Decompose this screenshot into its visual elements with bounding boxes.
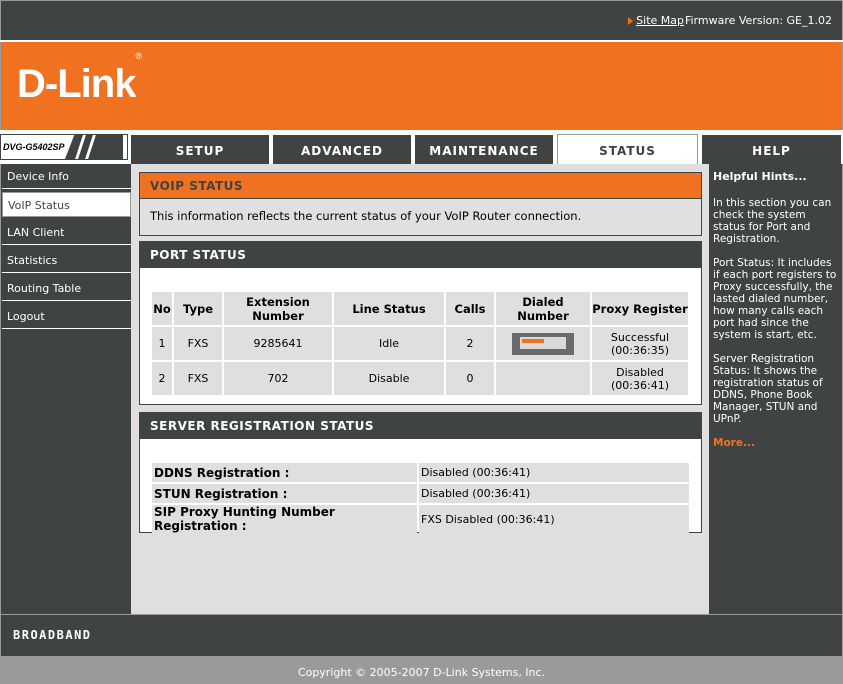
model-badge: DVG-G5402SP [0, 134, 128, 160]
main-tabs: DVG-G5402SP SETUP ADVANCED MAINTENANCE S… [0, 130, 843, 164]
sidebar-item-statistics[interactable]: Statistics [2, 248, 131, 273]
brand-banner: D-Link® [0, 42, 843, 130]
sidebar-item-routing-table[interactable]: Routing Table [2, 276, 131, 301]
cell-dialed-number [496, 362, 590, 395]
main-content: VOIP STATUS This information reflects th… [131, 164, 709, 614]
cell-extension: 702 [224, 362, 332, 395]
proxy-time: (00:36:35) [611, 343, 669, 357]
hints-paragraph: Server Registration Status: It shows the… [713, 353, 823, 425]
port-status-title: PORT STATUS [140, 242, 701, 268]
table-row: DDNS Registration : Disabled (00:36:41) [152, 463, 689, 482]
table-row: SIP Proxy Hunting Number Registration : … [152, 505, 689, 533]
proxy-status: Successful [610, 330, 670, 344]
tab-status[interactable]: STATUS [557, 134, 698, 164]
tab-advanced[interactable]: ADVANCED [273, 135, 411, 164]
col-dialed-number: Dialed Number [496, 292, 590, 325]
table-row: STUN Registration : Disabled (00:36:41) [152, 484, 689, 503]
cell-no: 2 [152, 362, 172, 395]
dlink-logo: D-Link® [17, 50, 142, 106]
table-header-row: No Type Extension Number Line Status Cal… [152, 292, 688, 325]
col-type: Type [174, 292, 222, 325]
slash-decoration-icon [65, 135, 123, 159]
site-map-link[interactable]: Site Map [628, 14, 684, 27]
cell-calls: 0 [446, 362, 494, 395]
stun-label: STUN Registration : [152, 484, 417, 503]
table-row: 2 FXS 702 Disable 0 Disabled (00:36:41) [152, 362, 688, 395]
voip-status-panel: VOIP STATUS This information reflects th… [139, 172, 702, 236]
dialed-number-image-icon [512, 332, 574, 355]
sidebar: Device Info VoIP Status LAN Client Stati… [0, 164, 131, 614]
ddns-value: Disabled (00:36:41) [419, 463, 689, 482]
sip-proxy-label: SIP Proxy Hunting Number Registration : [152, 505, 417, 533]
sidebar-item-device-info[interactable]: Device Info [2, 164, 131, 189]
col-proxy-register: Proxy Register [592, 292, 688, 325]
voip-status-description: This information reflects the current st… [150, 209, 582, 223]
col-line-status: Line Status [334, 292, 444, 325]
more-link[interactable]: More... [713, 437, 837, 449]
tab-help[interactable]: HELP [702, 135, 841, 164]
hints-paragraph: Port Status: It includes if each port re… [713, 257, 837, 341]
port-status-table: No Type Extension Number Line Status Cal… [150, 290, 690, 397]
server-registration-panel: SERVER REGISTRATION STATUS DDNS Registra… [139, 412, 702, 533]
cell-extension: 9285641 [224, 327, 332, 360]
site-map-label[interactable]: Site Map [636, 14, 684, 27]
model-name: DVG-G5402SP [3, 142, 65, 152]
tab-setup[interactable]: SETUP [131, 135, 269, 164]
top-bar: Site Map Firmware Version: GE_1.02 [0, 0, 843, 40]
proxy-status: Disabled [616, 365, 664, 379]
server-registration-table: DDNS Registration : Disabled (00:36:41) … [150, 461, 691, 535]
helpful-hints-panel: Helpful Hints... In this section you can… [709, 164, 843, 614]
voip-status-title: VOIP STATUS [140, 173, 701, 199]
cell-type: FXS [174, 327, 222, 360]
server-registration-title: SERVER REGISTRATION STATUS [140, 413, 701, 439]
arrow-right-icon [628, 16, 634, 25]
sip-proxy-value: FXS Disabled (00:36:41) [419, 505, 689, 533]
firmware-version: Firmware Version: GE_1.02 [684, 14, 832, 27]
col-extension: Extension Number [224, 292, 332, 325]
cell-proxy-register: Successful (00:36:35) [592, 327, 688, 360]
cell-line-status: Idle [334, 327, 444, 360]
sidebar-item-logout[interactable]: Logout [2, 304, 131, 329]
footer-bar: BROADBAND [0, 614, 843, 656]
hints-paragraph: In this section you can check the system… [713, 197, 832, 245]
proxy-time: (00:36:41) [611, 378, 669, 392]
sidebar-item-lan-client[interactable]: LAN Client [2, 220, 131, 245]
port-status-panel: PORT STATUS No Type Extension Number Lin… [139, 241, 702, 405]
hints-title: Helpful Hints... [713, 170, 807, 183]
sidebar-item-voip-status[interactable]: VoIP Status [2, 192, 131, 217]
cell-calls: 2 [446, 327, 494, 360]
broadband-label: BROADBAND [13, 628, 92, 642]
cell-dialed-number [496, 327, 590, 360]
stun-value: Disabled (00:36:41) [419, 484, 689, 503]
ddns-label: DDNS Registration : [152, 463, 417, 482]
table-row: 1 FXS 9285641 Idle 2 Successful (00:36:35… [152, 327, 688, 360]
tab-maintenance[interactable]: MAINTENANCE [415, 135, 553, 164]
cell-no: 1 [152, 327, 172, 360]
cell-type: FXS [174, 362, 222, 395]
cell-line-status: Disable [334, 362, 444, 395]
col-calls: Calls [446, 292, 494, 325]
copyright: Copyright © 2005-2007 D-Link Systems, In… [0, 656, 843, 684]
col-no: No [152, 292, 172, 325]
cell-proxy-register: Disabled (00:36:41) [592, 362, 688, 395]
